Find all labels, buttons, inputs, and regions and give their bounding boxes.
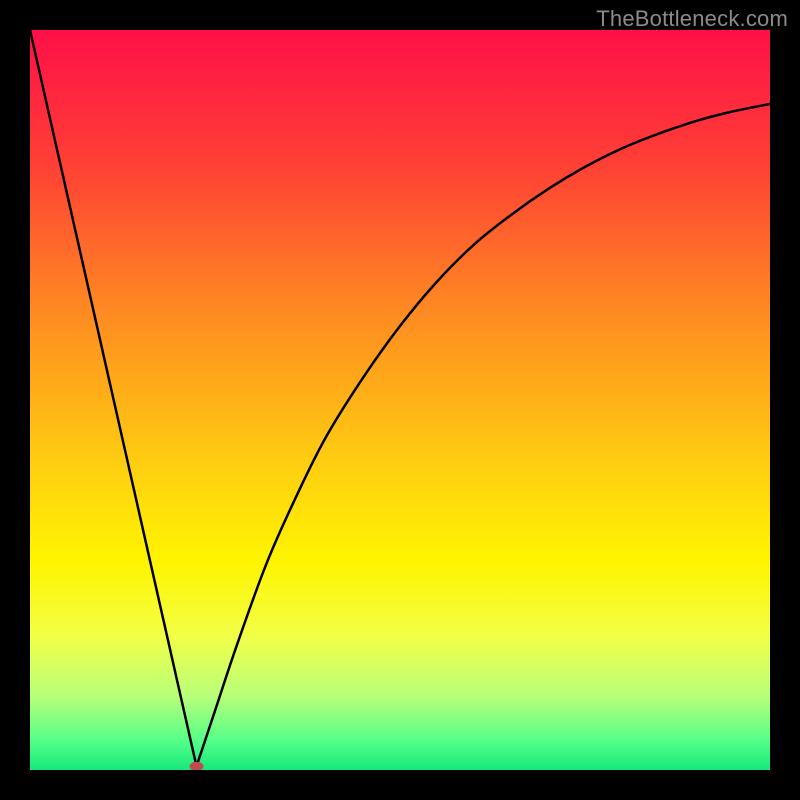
chart-plot	[30, 30, 770, 770]
watermark-text: TheBottleneck.com	[596, 6, 788, 32]
gradient-background	[30, 30, 770, 770]
chart-frame: TheBottleneck.com	[0, 0, 800, 800]
